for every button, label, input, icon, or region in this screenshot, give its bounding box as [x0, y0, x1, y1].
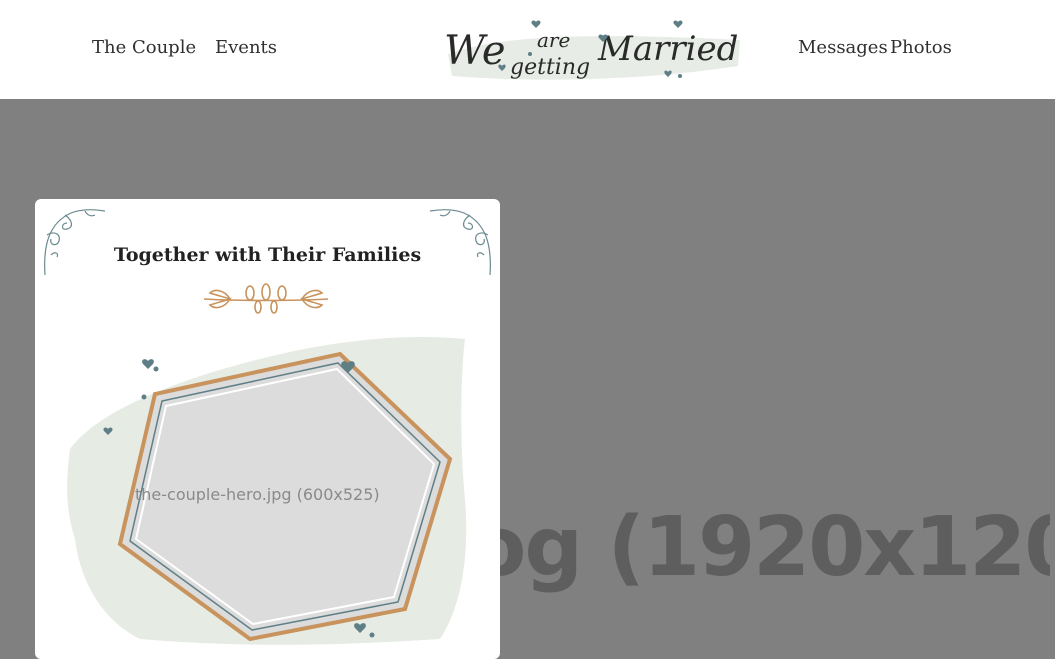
card-title: Together with Their Families: [113, 244, 422, 266]
corner-flourish-icon: [44, 209, 106, 276]
site-logo[interactable]: We are getting Married: [440, 14, 745, 88]
top-navigation-bar: The Couple Events We are getting Married…: [0, 0, 1055, 99]
hexagon-photo-frame: [67, 337, 467, 645]
nav-link-messages[interactable]: Messages: [798, 37, 888, 58]
invitation-card: Together with Their Families the-couple-…: [35, 199, 500, 659]
leaf-divider-icon: [203, 283, 329, 314]
corner-flourish-icon: [429, 209, 491, 276]
couple-photo-placeholder: the-couple-hero.jpg (600x525): [135, 485, 380, 504]
logo-word-married: Married: [597, 29, 738, 69]
logo-word-we: We: [444, 28, 506, 74]
nav-link-photos[interactable]: Photos: [890, 37, 952, 58]
nav-link-events[interactable]: Events: [215, 37, 277, 58]
hero-background-placeholder: og (1920x1200): [470, 500, 1050, 595]
logo-word-getting: getting: [510, 55, 590, 80]
nav-link-the-couple[interactable]: The Couple: [92, 37, 196, 58]
logo-word-are: are: [537, 28, 570, 52]
